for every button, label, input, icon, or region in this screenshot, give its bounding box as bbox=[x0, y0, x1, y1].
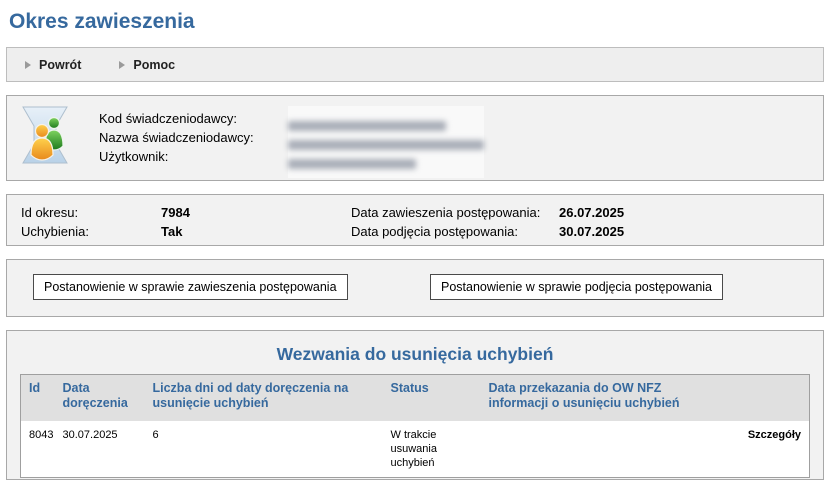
violations-label: Uchybienia: bbox=[21, 222, 161, 241]
user-label: Użytkownik: bbox=[99, 147, 254, 166]
cell-transfer-date bbox=[481, 421, 719, 478]
cell-delivery-date: 30.07.2025 bbox=[55, 421, 145, 478]
provider-code-label: Kod świadczeniodawcy: bbox=[99, 109, 254, 128]
resumption-date-value: 30.07.2025 bbox=[559, 222, 624, 241]
actions-panel: Postanowienie w sprawie zawieszenia post… bbox=[6, 259, 824, 317]
violations-value: Tak bbox=[161, 222, 182, 241]
redacted-value bbox=[288, 140, 484, 150]
back-button-label: Powrót bbox=[39, 58, 81, 72]
arrow-right-icon bbox=[25, 61, 31, 69]
suspension-date-label: Data zawieszenia postępowania: bbox=[351, 203, 559, 222]
help-button[interactable]: Pomoc bbox=[119, 58, 175, 72]
details-left-column: Id okresu: 7984 Uchybienia: Tak bbox=[21, 203, 351, 245]
users-icon bbox=[21, 106, 69, 169]
violations-table: Id Data doręczenia Liczba dni od daty do… bbox=[20, 374, 810, 478]
provider-field-labels: Kod świadczeniodawcy: Nazwa świadczeniod… bbox=[99, 106, 254, 166]
col-header-id: Id bbox=[21, 375, 55, 422]
suspension-decision-button[interactable]: Postanowienie w sprawie zawieszenia post… bbox=[33, 274, 348, 300]
provider-info-panel: Kod świadczeniodawcy: Nazwa świadczeniod… bbox=[6, 95, 824, 181]
col-header-days-count: Liczba dni od daty doręczenia na usunięc… bbox=[145, 375, 383, 422]
redacted-value bbox=[288, 159, 416, 169]
col-header-transfer-date: Data przekazania do OW NFZ informacji o … bbox=[481, 375, 719, 422]
table-header-row: Id Data doręczenia Liczba dni od daty do… bbox=[21, 375, 810, 422]
period-details-panel: Id okresu: 7984 Uchybienia: Tak Data zaw… bbox=[6, 194, 824, 246]
violations-calls-panel: Wezwania do usunięcia uchybień Id Data d… bbox=[6, 330, 824, 480]
provider-values-redacted bbox=[288, 106, 484, 178]
cell-status: W trakcie usuwania uchybień bbox=[383, 421, 481, 478]
provider-name-label: Nazwa świadczeniodawcy: bbox=[99, 128, 254, 147]
cell-days-count: 6 bbox=[145, 421, 383, 478]
col-header-actions bbox=[719, 375, 810, 422]
toolbar: Powrót Pomoc bbox=[6, 47, 824, 82]
col-header-delivery-date: Data doręczenia bbox=[55, 375, 145, 422]
arrow-right-icon bbox=[119, 61, 125, 69]
redacted-value bbox=[288, 121, 446, 131]
page-title: Okres zawieszenia bbox=[9, 10, 824, 34]
table-row: 8043 30.07.2025 6 W trakcie usuwania uch… bbox=[21, 421, 810, 478]
details-link[interactable]: Szczegóły bbox=[719, 421, 810, 478]
violations-table-title: Wezwania do usunięcia uchybień bbox=[20, 344, 810, 365]
cell-id: 8043 bbox=[21, 421, 55, 478]
col-header-status: Status bbox=[383, 375, 481, 422]
resumption-decision-button[interactable]: Postanowienie w sprawie podjęcia postępo… bbox=[430, 274, 723, 300]
help-button-label: Pomoc bbox=[133, 58, 175, 72]
resumption-date-label: Data podjęcia postępowania: bbox=[351, 222, 559, 241]
period-id-value: 7984 bbox=[161, 203, 190, 222]
period-id-label: Id okresu: bbox=[21, 203, 161, 222]
page: Okres zawieszenia Powrót Pomoc bbox=[0, 0, 830, 480]
suspension-date-value: 26.07.2025 bbox=[559, 203, 624, 222]
details-right-column: Data zawieszenia postępowania: 26.07.202… bbox=[351, 203, 624, 245]
back-button[interactable]: Powrót bbox=[25, 58, 81, 72]
